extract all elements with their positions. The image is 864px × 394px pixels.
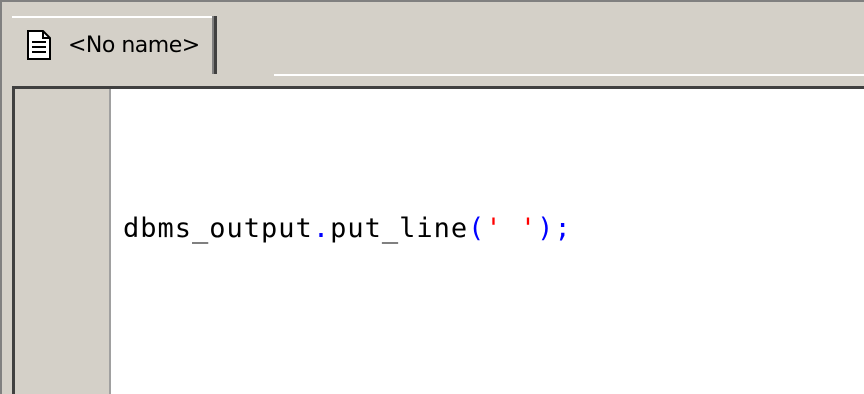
tab-strip-divider bbox=[274, 74, 864, 76]
editor-window: <No name> dbms_output.put_line(' '); bbox=[0, 0, 864, 394]
tab-strip: <No name> bbox=[2, 2, 864, 76]
document-icon bbox=[26, 30, 52, 60]
code-token-close-paren: ) bbox=[537, 213, 555, 244]
line-gutter bbox=[15, 89, 111, 394]
code-token-string: ' ' bbox=[485, 213, 538, 244]
code-editor[interactable]: dbms_output.put_line(' '); bbox=[12, 86, 864, 394]
code-token-identifier: put_line bbox=[330, 213, 469, 244]
tab-no-name[interactable]: <No name> bbox=[12, 16, 217, 74]
code-token-identifier: dbms_output bbox=[123, 213, 313, 244]
tab-label: <No name> bbox=[68, 32, 200, 58]
code-line[interactable]: dbms_output.put_line(' '); bbox=[123, 213, 572, 244]
code-token-semicolon: ; bbox=[554, 213, 572, 244]
code-token-open-paren: ( bbox=[468, 213, 486, 244]
code-token-dot: . bbox=[312, 213, 331, 244]
